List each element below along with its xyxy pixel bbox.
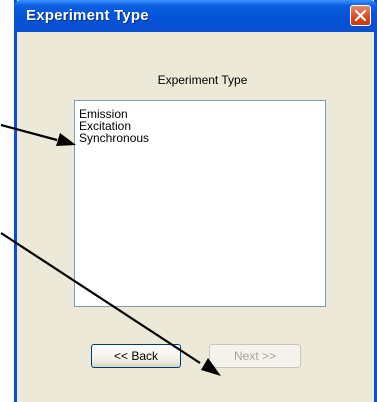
experiment-type-listbox[interactable]: Emission Excitation Synchronous: [74, 100, 326, 307]
dialog-heading: Experiment Type: [157, 73, 248, 87]
next-button[interactable]: Next >>: [209, 344, 301, 368]
list-item-synchronous[interactable]: Synchronous: [75, 132, 325, 144]
back-button[interactable]: << Back: [91, 344, 181, 368]
title-bar[interactable]: Experiment Type: [14, 0, 377, 32]
window-title: Experiment Type: [26, 7, 149, 24]
close-button[interactable]: [350, 5, 371, 26]
experiment-type-dialog: Experiment Type Experiment Type Emission…: [14, 0, 377, 402]
close-icon: [354, 9, 367, 22]
